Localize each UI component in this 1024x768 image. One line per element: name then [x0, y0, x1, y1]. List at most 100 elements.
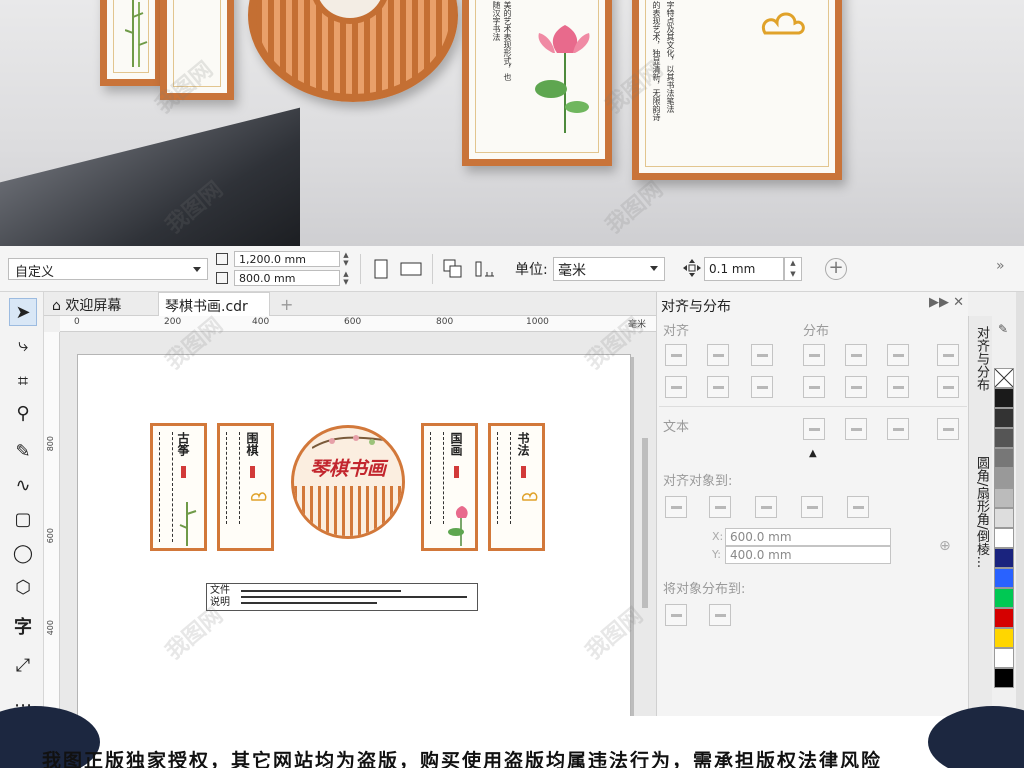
text-add-icon[interactable] [937, 418, 959, 440]
drawing-canvas[interactable]: 古筝 围棋 琴棋书画 国画 书法 文件说明 [60, 332, 656, 768]
side-tab-fillet[interactable]: 圆角/扇形角/倒棱... [971, 456, 991, 568]
color-swatch[interactable] [994, 668, 1014, 688]
color-swatch[interactable] [994, 548, 1014, 568]
page-height-icon [216, 272, 228, 284]
ellipse-tool[interactable]: ◯ [9, 540, 37, 568]
align-to-active-icon[interactable] [665, 496, 687, 518]
chevron-down-icon [650, 266, 658, 271]
align-bottom-icon[interactable] [751, 376, 773, 398]
width-spinner[interactable]: ▲ ▼ [340, 251, 352, 267]
distribute-spacing-h-icon[interactable] [887, 344, 909, 366]
align-right-icon[interactable] [751, 344, 773, 366]
distribute-top-icon[interactable] [803, 376, 825, 398]
unit-select[interactable]: 毫米 [553, 257, 665, 281]
align-to-page-edge-icon[interactable] [709, 496, 731, 518]
pick-tool[interactable]: ➤ [9, 298, 37, 326]
color-swatch[interactable] [994, 488, 1014, 508]
distribute-right-icon[interactable] [937, 344, 959, 366]
align-to-page-center-icon[interactable] [755, 496, 777, 518]
color-swatch[interactable] [994, 508, 1014, 528]
color-swatch[interactable] [994, 568, 1014, 588]
file-description-box[interactable]: 文件说明 [206, 583, 478, 611]
frame-title: 国画 [449, 432, 463, 456]
zoom-tool[interactable]: ⚲ [9, 400, 37, 428]
new-tab-button[interactable]: + [274, 292, 296, 316]
distribute-to-page-icon[interactable] [709, 604, 731, 626]
lotus-art [448, 506, 468, 546]
freehand-tool[interactable]: ✎ [9, 438, 37, 466]
landscape-icon[interactable] [400, 258, 422, 280]
chevron-up-icon[interactable]: ▲ [809, 448, 817, 459]
align-x-input[interactable]: 600.0 mm [725, 528, 891, 546]
vertical-ruler[interactable]: 800 600 400 200 [44, 332, 60, 768]
text-first-baseline-icon[interactable] [803, 418, 825, 440]
color-swatch[interactable] [994, 448, 1014, 468]
color-swatch[interactable] [994, 528, 1014, 548]
distribute-spacing-v-icon[interactable] [887, 376, 909, 398]
tab-label: 琴棋书画.cdr [165, 299, 248, 315]
design-frame-guzheng[interactable]: 古筝 [150, 423, 207, 551]
align-center-h-icon[interactable] [707, 344, 729, 366]
text-last-baseline-icon[interactable] [845, 418, 867, 440]
text-bbox-icon[interactable] [887, 418, 909, 440]
polygon-tool[interactable]: ⬡ [9, 574, 37, 602]
side-tab-align-distribute[interactable]: 对齐与分布 [971, 326, 991, 391]
distribute-center-v-icon[interactable] [845, 376, 867, 398]
add-page-button[interactable]: + [825, 258, 847, 280]
color-swatch[interactable] [994, 588, 1014, 608]
horizontal-ruler[interactable]: 0 200 400 600 800 1000 毫米 [60, 316, 656, 332]
docker-controls[interactable]: ▶▶ ✕ [929, 295, 964, 310]
distribute-left-icon[interactable] [803, 344, 825, 366]
color-swatch[interactable] [994, 628, 1014, 648]
portrait-icon[interactable] [370, 258, 392, 280]
height-spinner[interactable]: ▲ ▼ [340, 270, 352, 286]
text-tool[interactable]: 字 [9, 614, 37, 642]
ruler-tick: 400 [252, 317, 270, 327]
align-section-label: 对齐 [663, 324, 690, 339]
crop-tool[interactable]: ⌗ [9, 368, 37, 396]
tab-label: 欢迎屏幕 [65, 298, 122, 314]
design-frame-guohua[interactable]: 国画 [421, 423, 478, 551]
pen-icon[interactable]: ✎ [998, 322, 1008, 336]
page-height-field[interactable]: 800.0 mm ▲ ▼ [216, 270, 356, 287]
target-point-icon[interactable]: ⊕ [939, 538, 951, 554]
color-swatch[interactable] [994, 468, 1014, 488]
align-to-point-icon[interactable] [847, 496, 869, 518]
color-swatch[interactable] [994, 648, 1014, 668]
rectangle-tool[interactable]: ▢ [9, 506, 37, 534]
no-color-swatch[interactable] [994, 368, 1014, 388]
align-to-grid-icon[interactable] [801, 496, 823, 518]
design-frame-shufa[interactable]: 书法 [488, 423, 545, 551]
tab-welcome-screen[interactable]: ⌂ 欢迎屏幕 [46, 292, 154, 316]
design-frame-weiqi[interactable]: 围棋 [217, 423, 274, 551]
page-height-input[interactable]: 800.0 mm [234, 270, 340, 286]
color-swatch[interactable] [994, 608, 1014, 628]
color-swatch[interactable] [994, 408, 1014, 428]
drawing-page[interactable]: 古筝 围棋 琴棋书画 国画 书法 文件说明 [77, 354, 631, 768]
artistic-media-tool[interactable]: ∿ [9, 472, 37, 500]
align-left-icon[interactable] [665, 344, 687, 366]
vertical-scrollbar[interactable] [642, 438, 648, 608]
distribute-to-selection-icon[interactable] [665, 604, 687, 626]
page-preset-select[interactable]: 自定义 [8, 258, 208, 280]
more-options-button[interactable]: » [996, 258, 1005, 274]
seal-mark [250, 466, 255, 478]
current-page-icon[interactable] [474, 258, 496, 280]
align-top-icon[interactable] [665, 376, 687, 398]
color-swatch[interactable] [994, 388, 1014, 408]
align-center-v-icon[interactable] [707, 376, 729, 398]
tab-document[interactable]: 琴棋书画.cdr [158, 292, 270, 316]
all-pages-icon[interactable] [442, 258, 464, 280]
nudge-distance-input[interactable]: 0.1 mm [704, 257, 784, 281]
page-width-input[interactable]: 1,200.0 mm [234, 251, 340, 267]
color-swatch[interactable] [994, 428, 1014, 448]
nudge-spinner[interactable]: ▲ ▼ [784, 257, 802, 281]
align-y-input[interactable]: 400.0 mm [725, 546, 891, 564]
page-width-field[interactable]: 1,200.0 mm ▲ ▼ [216, 251, 356, 268]
distribute-center-h-icon[interactable] [845, 344, 867, 366]
seal-mark [454, 466, 459, 478]
distribute-bottom-icon[interactable] [937, 376, 959, 398]
shape-tool[interactable]: ⤷ [9, 332, 37, 360]
parallel-dimension-tool[interactable]: ⤢ [9, 652, 37, 680]
design-round-frame[interactable]: 琴棋书画 [291, 425, 405, 539]
